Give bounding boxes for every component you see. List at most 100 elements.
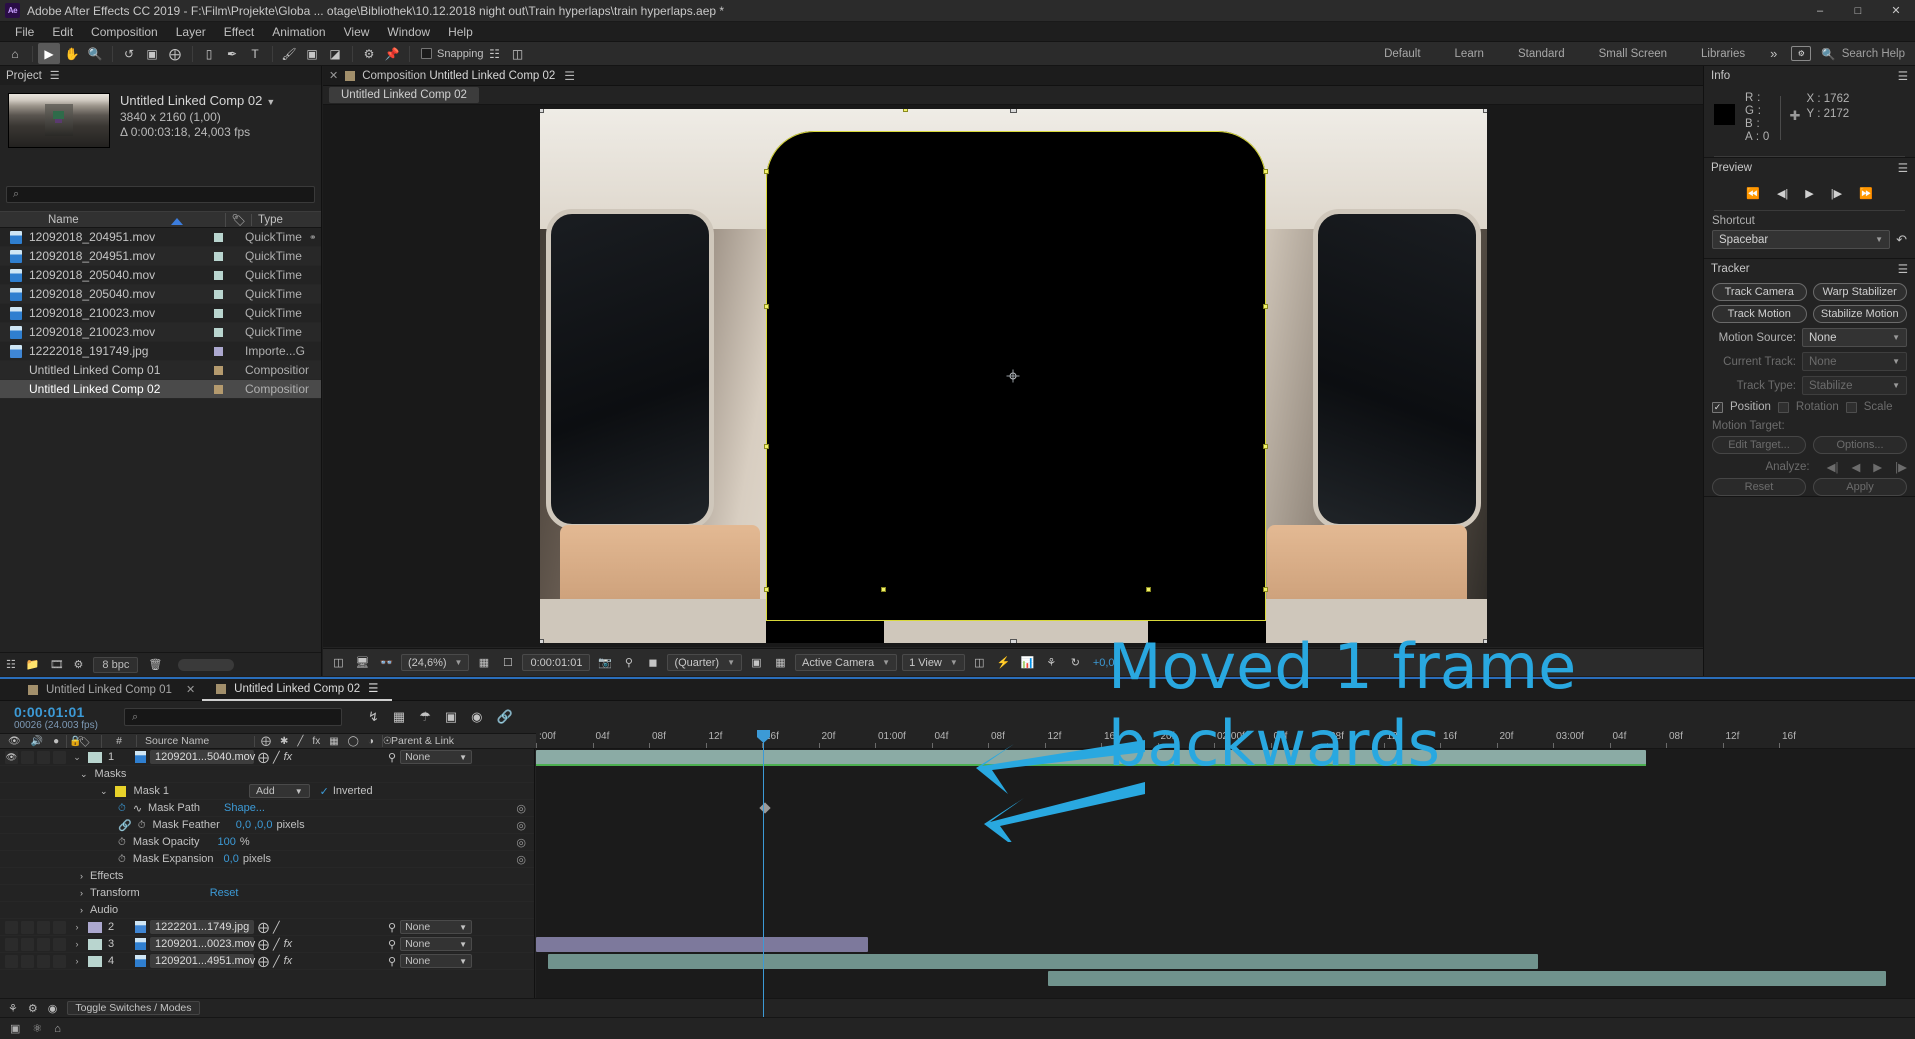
label-color-swatch[interactable] [214,346,223,356]
parent-select[interactable]: None ▼ [400,937,473,951]
workspace-learn[interactable]: Learn [1438,42,1501,66]
property-value[interactable]: 100 [217,836,235,848]
parent-pickwhip-icon[interactable]: ⚲ [388,921,396,934]
project-menu-icon[interactable]: ☰ [50,69,60,82]
mask-row[interactable]: ⌄ Mask 1 Add ▼ ✓ Inverted [0,783,534,800]
resolution-select[interactable]: (Quarter) ▼ [667,654,742,671]
label-color-swatch[interactable] [214,232,223,242]
timeline-layer-row[interactable]: 👁 ⌄ 1 1209201...5040.mov ⨁ ╱ fx ⚲ None ▼ [0,749,534,766]
label-color-swatch[interactable] [214,270,223,280]
label-color-swatch[interactable] [214,289,223,299]
project-list-item[interactable]: 12092018_210023.mov QuickTime [0,323,321,342]
stopwatch-icon[interactable]: ⏱ [138,820,146,831]
keyframe-navigator-icon[interactable]: ◎ [516,819,526,832]
close-icon[interactable]: ✕ [186,683,195,696]
mask-vertex[interactable] [1262,587,1268,592]
channel-icon[interactable]: ◼ [643,654,662,672]
home-status-icon[interactable]: ⌂ [54,1023,61,1035]
stopwatch-icon[interactable]: ⏱ [118,803,126,814]
audio-icon[interactable] [21,750,34,764]
motion-blur-icon[interactable]: ◉ [471,709,482,725]
shortcut-select[interactable]: Spacebar ▼ [1712,230,1891,249]
shy-icon[interactable]: ⨁ [258,751,269,764]
folder-icon[interactable]: 📁 [26,658,40,671]
new-comp-icon[interactable]: 🎞 [50,658,64,671]
warp-stabilizer-button[interactable]: Warp Stabilizer [1812,283,1907,301]
stabilize-motion-button[interactable]: Stabilize Motion [1812,305,1907,323]
rotation-checkbox[interactable] [1777,401,1789,413]
timeline-icon[interactable]: 📊 [1018,654,1037,672]
expand-icon[interactable]: › [80,871,83,881]
grid-guides-icon[interactable]: ▦ [474,654,493,672]
layer-source-name[interactable]: 1209201...0023.mov [150,937,255,951]
timeline-layer-row[interactable]: › 3 1209201...0023.mov ⨁ ╱ fx ⚲ None ▼ [0,936,534,953]
layer-source-name[interactable]: 1209201...5040.mov [150,750,255,764]
info-menu-icon[interactable]: ☰ [1898,69,1908,83]
sync-settings-icon[interactable]: ⚛ [32,1022,42,1035]
composition-subtab[interactable]: Untitled Linked Comp 02 [329,87,479,103]
exposure-value[interactable]: +0,0 [1093,657,1115,669]
label-color-swatch[interactable] [214,251,223,261]
shy-icon[interactable]: ⨁ [258,955,269,968]
project-search-input[interactable]: ⌕ [6,186,315,203]
inverted-checkbox[interactable]: ✓ [320,785,329,798]
parent-pickwhip-icon[interactable]: ⚲ [388,955,396,968]
graph-editor-icon[interactable]: 🔗 [497,709,513,725]
mask-vertex[interactable] [880,587,886,592]
first-frame-icon[interactable]: ⏪ [1746,187,1760,200]
menu-view[interactable]: View [335,22,379,42]
hide-shy-layers-icon[interactable]: ☂ [419,709,431,725]
motion-blur-toggle-icon[interactable]: ◉ [48,1002,58,1015]
view-count-select[interactable]: 1 View ▼ [902,654,965,671]
audio-icon[interactable] [21,937,34,951]
layer-clip-bar[interactable] [1048,971,1886,986]
motion-source-select[interactable]: None ▼ [1802,328,1907,347]
layer-source-name[interactable]: 1209201...4951.mov [150,954,255,968]
scale-checkbox[interactable] [1845,401,1857,413]
puppet-pin-icon[interactable]: 📌 [381,43,403,64]
composition-tab-label[interactable]: Composition Untitled Linked Comp 02 [362,70,555,82]
mask-mode-select[interactable]: Add ▼ [249,784,310,798]
zoom-icon[interactable]: 🔍 [84,43,106,64]
effects-icon[interactable]: fx [284,955,293,967]
rotate-icon[interactable]: ↺ [118,43,140,64]
solo-icon[interactable] [37,954,50,968]
timeline-layer-row[interactable]: › 4 1209201...4951.mov ⨁ ╱ fx ⚲ None ▼ [0,953,534,970]
layer-clip-bar[interactable] [536,937,868,952]
home-icon[interactable]: ⌂ [4,43,26,64]
quality-icon[interactable]: ╱ [273,955,280,968]
composition-viewer[interactable] [323,105,1703,647]
keyframe-marker[interactable] [759,802,771,814]
frame-blending-icon[interactable]: ▣ [445,709,457,725]
bit-depth-button[interactable]: 8 bpc [93,656,139,673]
viewer-time-field[interactable]: 0:00:01:01 [522,654,591,671]
composition-menu-icon[interactable]: ☰ [564,69,575,83]
close-icon[interactable]: ✕ [329,69,338,82]
selection-handle[interactable] [539,639,544,643]
mask-vertex[interactable] [902,109,908,112]
fast-previews-icon[interactable]: ⚡ [994,654,1013,672]
timeline-search-input[interactable]: ⌕ [124,708,342,726]
audio-icon[interactable] [21,920,34,934]
mask-expansion-row[interactable]: ⏱ Mask Expansion 0,0 pixels ◎ [0,851,534,868]
selection-handle[interactable] [1009,109,1017,113]
expand-layer-icon[interactable]: › [66,939,88,949]
graph-icon[interactable]: ∿ [133,802,142,815]
brush-icon[interactable]: 🖌 [278,43,300,64]
column-type[interactable]: Type [251,213,321,226]
keyframe-navigator-icon[interactable]: ◎ [516,802,526,815]
rect-icon[interactable]: ▯ [198,43,220,64]
timeline-track-area[interactable] [536,749,1915,998]
selection-icon[interactable]: ▶ [38,43,60,64]
preview-menu-icon[interactable]: ☰ [1898,161,1908,175]
menu-file[interactable]: File [6,22,43,42]
mask-vertex[interactable] [1262,444,1268,449]
selection-handle[interactable] [1482,639,1487,643]
layer-label-color[interactable] [88,938,102,950]
mask-name[interactable]: Mask 1 [134,785,169,797]
transparency-grid-icon[interactable]: ▦ [771,654,790,672]
mask-vertex[interactable] [1145,587,1151,592]
project-list-item[interactable]: 12092018_204951.mov QuickTime ⚭ [0,228,321,247]
parent-pickwhip-icon[interactable]: ⚲ [388,751,396,764]
text-icon[interactable]: T [244,43,266,64]
